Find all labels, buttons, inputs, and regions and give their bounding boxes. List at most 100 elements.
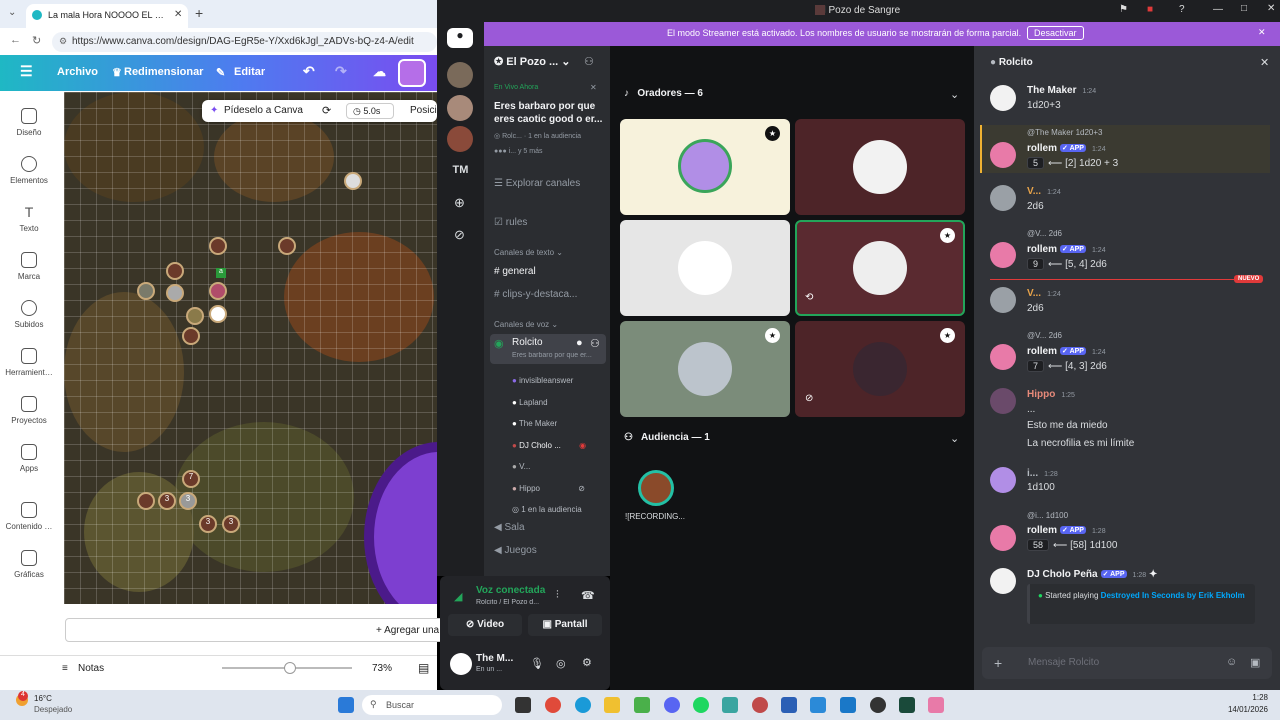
- mic-icon[interactable]: 🎙︎: [530, 657, 544, 670]
- reply-preview[interactable]: @V... 2d6: [1027, 229, 1062, 238]
- app-icon[interactable]: [928, 697, 944, 713]
- discord-home-icon[interactable]: ●: [447, 28, 473, 48]
- avatar[interactable]: [638, 470, 674, 506]
- message-author[interactable]: DJ Cholo Peña ✓ APP 1:28 ✦: [1027, 569, 1157, 580]
- close-live-icon[interactable]: ✕: [590, 83, 597, 92]
- add-member-icon[interactable]: ⚇: [590, 337, 600, 350]
- disable-streamer-button[interactable]: Desactivar: [1027, 26, 1084, 40]
- replace-icon[interactable]: ⟳: [322, 104, 331, 117]
- token[interactable]: [186, 307, 204, 325]
- collapse-icon[interactable]: ⌄: [950, 88, 959, 101]
- token[interactable]: 3: [199, 515, 217, 533]
- image-icon[interactable]: ▣: [1250, 656, 1260, 669]
- task-view-icon[interactable]: [515, 697, 531, 713]
- message-author[interactable]: V... 1:24: [1027, 288, 1061, 299]
- channel-clips[interactable]: # clips-y-destaca...: [494, 289, 577, 300]
- token[interactable]: 3: [179, 492, 197, 510]
- weather-temp[interactable]: 16°C: [34, 694, 52, 703]
- zoom-slider[interactable]: [222, 662, 352, 674]
- explorer-icon[interactable]: [604, 697, 620, 713]
- clock-date[interactable]: 14/01/2026: [1212, 705, 1268, 714]
- sidebar-item-contenido[interactable]: Contenido …: [0, 502, 58, 531]
- message-composer[interactable]: + Mensaje Rolcito ☺ ▣: [982, 647, 1272, 679]
- voice-user[interactable]: ● invisibleanswer: [512, 370, 586, 392]
- message-author[interactable]: The Maker 1:24: [1027, 85, 1096, 96]
- user-name[interactable]: The M...: [476, 653, 513, 664]
- clock-time[interactable]: 1:28: [1228, 693, 1268, 702]
- voice-user[interactable]: ● Lapland: [512, 392, 586, 414]
- sidebar-item-proyectos[interactable]: Proyectos: [0, 396, 58, 425]
- speaker-tile[interactable]: [795, 119, 965, 215]
- menu-archivo[interactable]: Archivo: [57, 66, 98, 78]
- reply-preview[interactable]: @V... 2d6: [1027, 331, 1062, 340]
- add-server-icon[interactable]: ⊕: [454, 195, 465, 211]
- duration-button[interactable]: ◷ 5.0s: [346, 103, 394, 119]
- undo-icon[interactable]: ↶: [303, 63, 315, 80]
- sidebar-item-graficas[interactable]: Gráficas: [0, 550, 58, 579]
- notes-button[interactable]: Notas: [78, 663, 104, 674]
- token[interactable]: [182, 327, 200, 345]
- add-page-button[interactable]: + Agregar una: [65, 618, 445, 642]
- app-icon[interactable]: [899, 697, 915, 713]
- attach-plus-icon[interactable]: +: [994, 655, 1002, 671]
- inbox-icon[interactable]: ⚑: [1119, 4, 1128, 15]
- voice-user[interactable]: ● DJ Cholo ... ◉: [512, 435, 586, 457]
- tab-list-icon[interactable]: ⌄: [8, 7, 16, 18]
- ask-canva-button[interactable]: Pídeselo a Canva: [224, 105, 303, 116]
- token[interactable]: 3: [158, 492, 176, 510]
- avatar[interactable]: [990, 388, 1016, 414]
- sidebar-item-herramientas[interactable]: Herramient…: [0, 348, 58, 377]
- grid-view-icon[interactable]: ▤: [418, 661, 429, 675]
- message-author[interactable]: rollem ✓ APP 1:24: [1027, 244, 1106, 255]
- text-channels-category[interactable]: Canales de texto ⌄: [494, 248, 563, 257]
- token[interactable]: [209, 305, 227, 323]
- channel-general[interactable]: # general: [494, 266, 536, 277]
- site-info-icon[interactable]: ⚙: [59, 36, 67, 47]
- reply-preview[interactable]: @i... 1d100: [1027, 511, 1068, 520]
- speaker-tile[interactable]: ★: [620, 119, 790, 215]
- sidebar-item-subidos[interactable]: Subidos: [0, 300, 58, 329]
- spotify-icon[interactable]: [693, 697, 709, 713]
- message-author[interactable]: rollem ✓ APP 1:28: [1027, 525, 1106, 536]
- audience-user-name[interactable]: ![RECORDING...: [625, 512, 685, 521]
- notepad-icon[interactable]: [840, 697, 856, 713]
- video-button[interactable]: ⊘ Video: [448, 614, 522, 636]
- discord-icon[interactable]: [664, 697, 680, 713]
- server-icon[interactable]: [447, 62, 473, 88]
- design-canvas[interactable]: a 7 3 3 3 3: [64, 92, 437, 604]
- speaker-tile[interactable]: [620, 220, 790, 316]
- avatar[interactable]: [990, 142, 1016, 168]
- audience-header[interactable]: ⚇ Audiencia — 1: [624, 432, 710, 443]
- voice-user[interactable]: ● The Maker: [512, 413, 586, 435]
- reply-preview[interactable]: @The Maker 1d20+3: [1027, 128, 1103, 137]
- chrome-icon[interactable]: [545, 697, 561, 713]
- app-icon[interactable]: [870, 697, 886, 713]
- voice-channel-sala[interactable]: ◀ Sala: [494, 522, 525, 533]
- hamburger-icon[interactable]: ☰: [20, 63, 33, 80]
- token[interactable]: [344, 172, 362, 190]
- browser-tab[interactable]: La mala Hora NOOOO EL CROW M ✕: [26, 4, 188, 28]
- speaker-tile[interactable]: ★: [620, 321, 790, 417]
- photos-icon[interactable]: [810, 697, 826, 713]
- menu-editar[interactable]: Editar: [234, 66, 265, 78]
- live-title[interactable]: Eres barbaro por que eres caotic good o …: [494, 100, 606, 126]
- close-chat-icon[interactable]: ✕: [1260, 56, 1269, 69]
- sidebar-item-elementos[interactable]: Elementos: [0, 156, 58, 185]
- voice-user[interactable]: ● Hippo ⊘: [512, 478, 586, 500]
- server-initials[interactable]: TM: [437, 164, 484, 176]
- avatar[interactable]: [450, 653, 472, 675]
- screen-share-button[interactable]: ▣ Pantall: [528, 614, 602, 636]
- token[interactable]: [166, 284, 184, 302]
- sidebar-item-texto[interactable]: T Texto: [0, 204, 58, 233]
- zoom-slider-handle[interactable]: [284, 662, 296, 674]
- windows-start-icon[interactable]: [338, 697, 354, 713]
- address-bar[interactable]: ⚙ https://www.canva.com/design/DAG-EgR5e…: [52, 32, 437, 52]
- close-banner-icon[interactable]: ✕: [1258, 27, 1266, 38]
- speaker-tile[interactable]: ★ ⟲: [795, 220, 965, 316]
- token[interactable]: [137, 492, 155, 510]
- avatar[interactable]: [990, 242, 1016, 268]
- message-author[interactable]: i... 1:28: [1027, 468, 1058, 479]
- avatar[interactable]: [990, 467, 1016, 493]
- token[interactable]: 7: [182, 470, 200, 488]
- avatar[interactable]: [990, 525, 1016, 551]
